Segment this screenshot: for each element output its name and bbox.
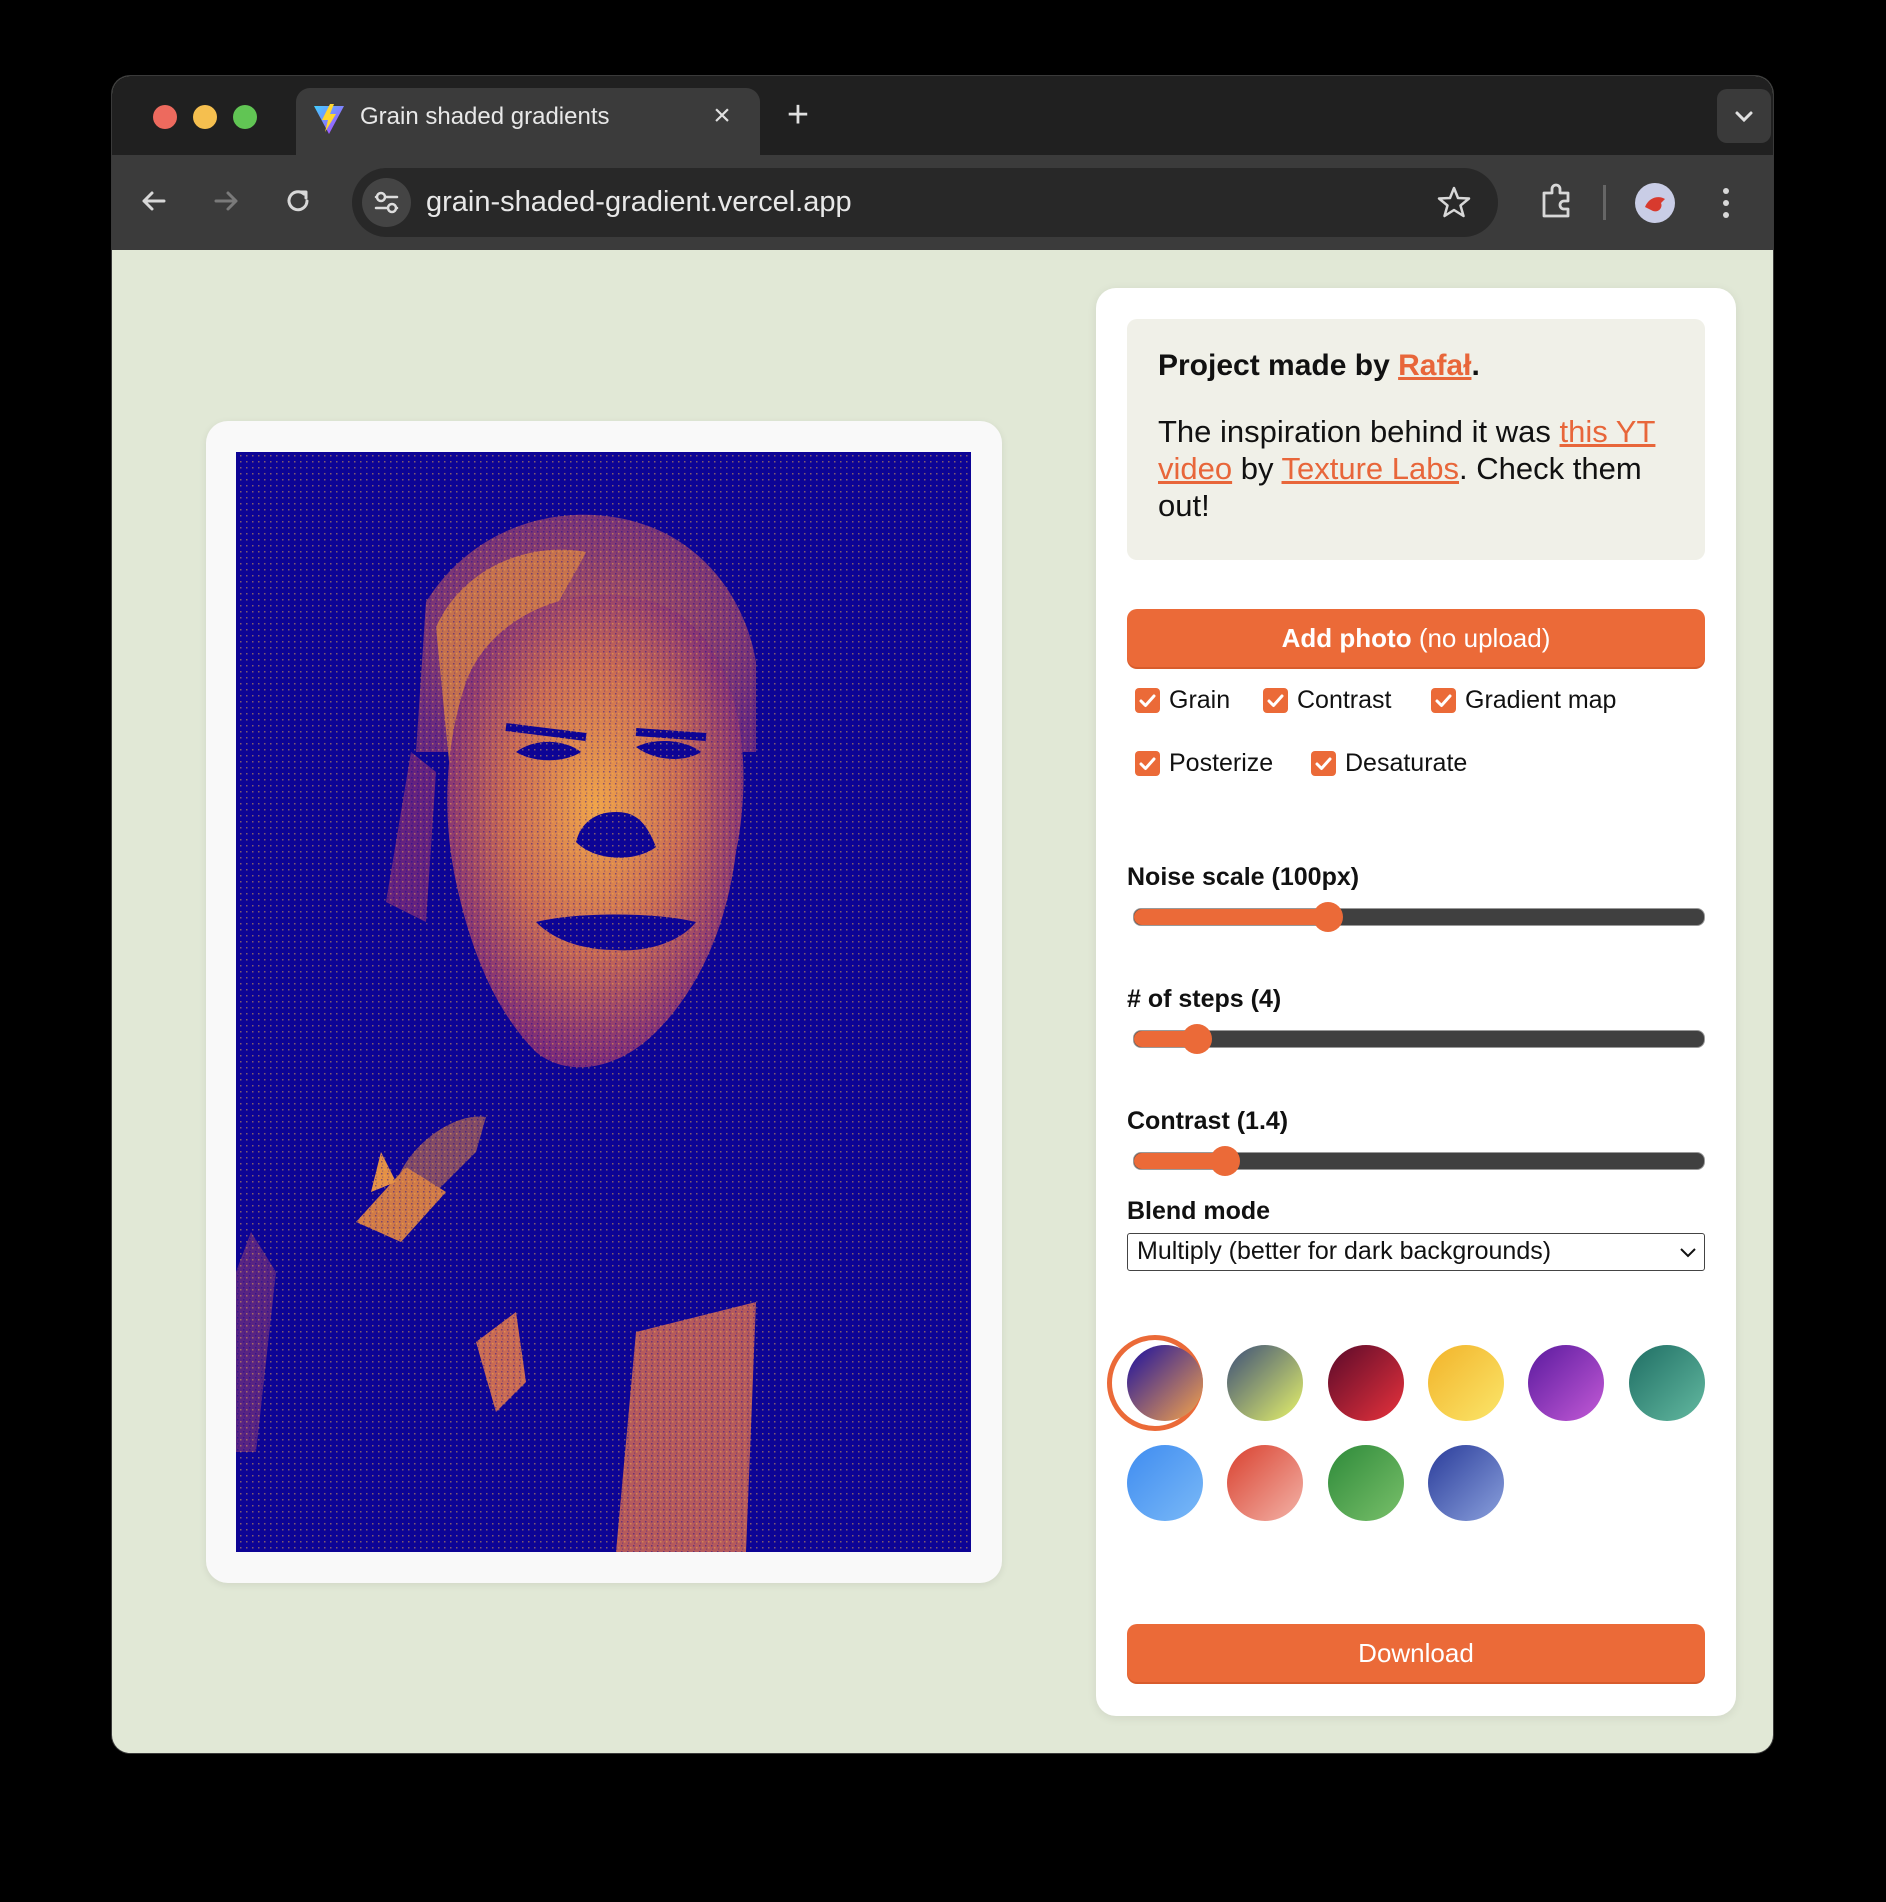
page-viewport: Project made by Rafał. The inspiration b… — [112, 250, 1773, 1753]
posterize-checkbox[interactable]: Posterize — [1135, 749, 1273, 778]
credits-box: Project made by Rafał. The inspiration b… — [1127, 319, 1705, 560]
chevron-down-icon — [1735, 111, 1753, 123]
texture-labs-link[interactable]: Texture Labs — [1282, 451, 1460, 486]
posterize-label: Posterize — [1169, 749, 1274, 777]
palette-swatch-violet-gradient[interactable] — [1528, 1345, 1604, 1421]
extensions-puzzle-icon[interactable] — [1535, 179, 1579, 223]
add-photo-label: Add photo — [1281, 623, 1412, 653]
tab-title: Grain shaded gradients — [360, 103, 610, 130]
add-photo-button[interactable]: Add photo (no upload) — [1127, 609, 1705, 667]
contrast-slider[interactable] — [1133, 1146, 1705, 1176]
slider-fill — [1134, 909, 1328, 925]
noise-scale-label: Noise scale (100px) — [1127, 863, 1360, 891]
palette-swatch-teal-gradient[interactable] — [1629, 1345, 1705, 1421]
minimize-window-button[interactable] — [193, 105, 217, 129]
bookmark-star-icon[interactable] — [1436, 184, 1472, 220]
tab-search-button[interactable] — [1717, 89, 1771, 143]
new-tab-button[interactable]: + — [780, 96, 816, 134]
noise-scale-slider[interactable] — [1133, 902, 1705, 932]
inspiration-text: The inspiration behind it was this YT vi… — [1158, 413, 1674, 524]
palette-swatch-crimson-gradient[interactable] — [1328, 1345, 1404, 1421]
checkbox-checked-icon — [1263, 688, 1288, 713]
back-arrow-icon[interactable] — [134, 181, 174, 221]
toolbar-separator — [1603, 185, 1606, 220]
controls-panel: Project made by Rafał. The inspiration b… — [1096, 288, 1736, 1716]
checkbox-checked-icon — [1135, 688, 1160, 713]
palette-swatch-sky-gradient[interactable] — [1127, 1445, 1203, 1521]
contrast-label: Contrast — [1297, 686, 1392, 714]
checkbox-checked-icon — [1431, 688, 1456, 713]
grain-label: Grain — [1169, 686, 1231, 714]
inspiration-by: by — [1232, 451, 1282, 486]
credits-suffix: . — [1471, 349, 1480, 382]
desaturate-checkbox[interactable]: Desaturate — [1311, 749, 1467, 778]
tune-icon — [374, 191, 399, 214]
site-settings-button[interactable] — [362, 178, 411, 227]
inspiration-prefix: The inspiration behind it was — [1158, 414, 1560, 449]
browser-toolbar: grain-shaded-gradient.vercel.app — [112, 155, 1773, 250]
close-window-button[interactable] — [153, 105, 177, 129]
palette-swatch-indigo-orange-gradient[interactable] — [1127, 1345, 1203, 1421]
profile-avatar[interactable] — [1635, 183, 1675, 223]
chevron-down-icon — [1680, 1248, 1696, 1258]
credits-heading: Project made by Rafał. — [1158, 349, 1674, 383]
reload-icon[interactable] — [278, 181, 318, 221]
gradient-map-label: Gradient map — [1465, 686, 1617, 714]
desaturate-label: Desaturate — [1345, 749, 1468, 777]
add-photo-note: (no upload) — [1411, 623, 1551, 653]
palette-swatch-blue-gradient[interactable] — [1428, 1445, 1504, 1521]
grain-checkbox[interactable]: Grain — [1135, 686, 1230, 715]
slider-thumb[interactable] — [1313, 902, 1343, 932]
gradient-map-checkbox[interactable]: Gradient map — [1431, 686, 1616, 715]
checkbox-checked-icon — [1311, 751, 1336, 776]
slider-thumb[interactable] — [1182, 1024, 1212, 1054]
slider-thumb[interactable] — [1210, 1146, 1240, 1176]
steps-slider[interactable] — [1133, 1024, 1705, 1054]
blend-mode-select[interactable]: Multiply (better for dark backgrounds) — [1127, 1233, 1705, 1271]
tab-close-icon[interactable]: × — [706, 100, 738, 132]
palette-swatch-coral-gradient[interactable] — [1227, 1445, 1303, 1521]
contrast-slider-label: Contrast (1.4) — [1127, 1107, 1289, 1135]
palette-swatch-amber-gradient[interactable] — [1428, 1345, 1504, 1421]
preview-card — [206, 421, 1002, 1583]
address-bar[interactable]: grain-shaded-gradient.vercel.app — [352, 168, 1498, 237]
bird-avatar-icon — [1645, 197, 1665, 212]
vite-favicon-icon — [314, 104, 344, 134]
processed-photo — [236, 452, 971, 1552]
tab-bar: Grain shaded gradients × + — [112, 76, 1773, 155]
download-button[interactable]: Download — [1127, 1624, 1705, 1682]
blend-mode-value: Multiply (better for dark backgrounds) — [1137, 1237, 1552, 1265]
maximize-window-button[interactable] — [233, 105, 257, 129]
browser-window: Grain shaded gradients × + grain-shaded-… — [112, 76, 1773, 1753]
palette-swatch-green-gradient[interactable] — [1328, 1445, 1404, 1521]
more-menu-icon[interactable] — [1716, 181, 1736, 225]
tab-active[interactable]: Grain shaded gradients × — [296, 88, 760, 155]
steps-label: # of steps (4) — [1127, 985, 1282, 1013]
forward-arrow-icon[interactable] — [206, 181, 246, 221]
author-link[interactable]: Rafał — [1398, 349, 1471, 382]
url-text[interactable]: grain-shaded-gradient.vercel.app — [426, 168, 852, 237]
checkbox-checked-icon — [1135, 751, 1160, 776]
posterized-portrait-image — [236, 452, 971, 1552]
contrast-checkbox[interactable]: Contrast — [1263, 686, 1391, 715]
palette-swatch-slate-lime-gradient[interactable] — [1227, 1345, 1303, 1421]
credits-prefix: Project made by — [1158, 349, 1399, 382]
blend-mode-label: Blend mode — [1127, 1197, 1271, 1225]
